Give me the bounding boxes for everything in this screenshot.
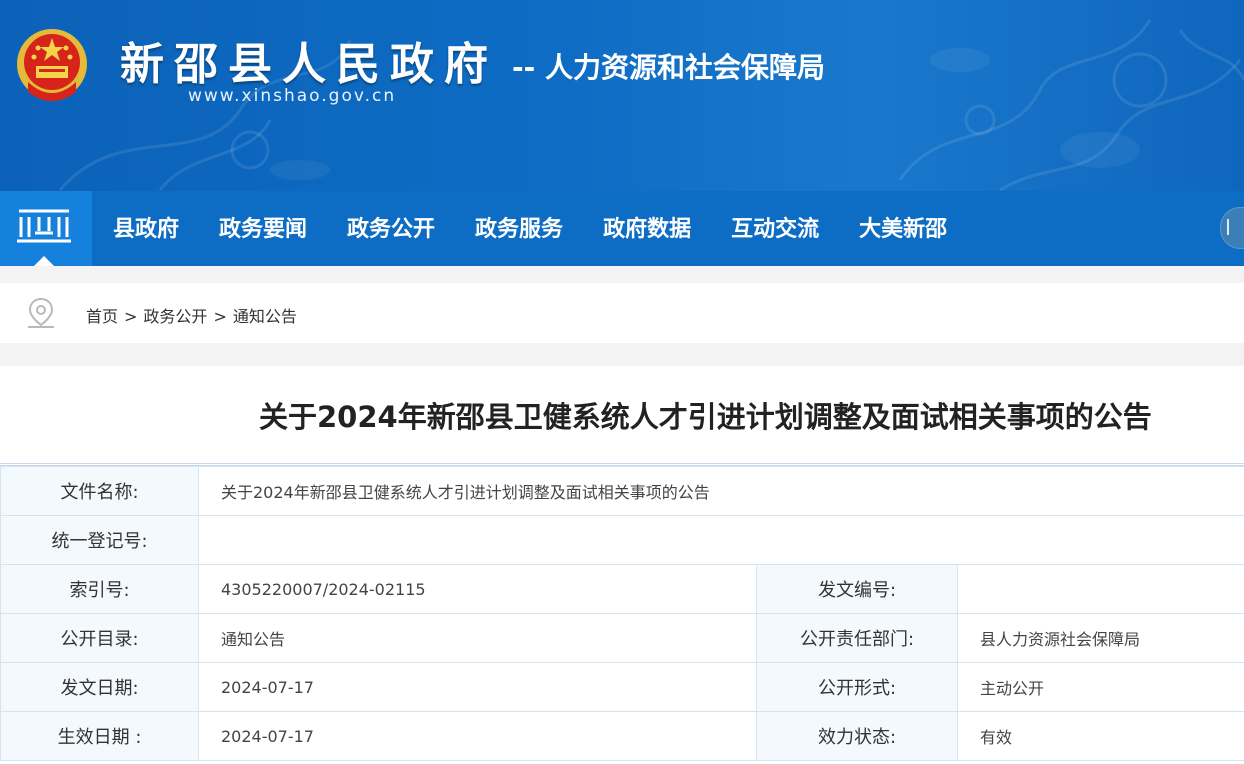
- nav-home-button[interactable]: [0, 191, 92, 266]
- meta-registration-number: [198, 515, 1244, 565]
- meta-row: 文件名称: 关于2024年新邵县卫健系统人才引进计划调整及面试相关事项的公告: [0, 466, 1244, 516]
- meta-label: 公开目录:: [0, 613, 199, 663]
- meta-label: 发文日期:: [0, 662, 199, 712]
- breadcrumb-separator: >: [124, 307, 138, 326]
- meta-effective-date: 2024-07-17: [198, 711, 757, 761]
- meta-label: 统一登记号:: [0, 515, 199, 565]
- meta-row: 索引号: 4305220007/2024-02115 发文编号:: [0, 564, 1244, 614]
- spacer-bottom: [0, 343, 1244, 366]
- active-indicator-caret: [34, 256, 54, 266]
- national-emblem-logo: [17, 29, 87, 101]
- meta-row: 统一登记号:: [0, 515, 1244, 565]
- government-building-icon: [17, 209, 71, 243]
- meta-row: 公开目录: 通知公告 公开责任部门: 县人力资源社会保障局: [0, 613, 1244, 663]
- nav-item-government-news[interactable]: 政务要闻: [199, 191, 327, 266]
- meta-catalog: 通知公告: [198, 613, 757, 663]
- meta-label: 文件名称:: [0, 466, 199, 516]
- meta-label: 公开责任部门:: [756, 613, 958, 663]
- nav-item-government-affairs-disclosure[interactable]: 政务公开: [327, 191, 455, 266]
- meta-file-name: 关于2024年新邵县卫健系统人才引进计划调整及面试相关事项的公告: [198, 466, 1244, 516]
- meta-row: 生效日期 : 2024-07-17 效力状态: 有效: [0, 711, 1244, 761]
- breadcrumb-notice-link[interactable]: 通知公告: [233, 307, 297, 326]
- meta-row: 发文日期: 2024-07-17 公开形式: 主动公开: [0, 662, 1244, 712]
- location-pin-icon: [28, 297, 54, 328]
- nav-item-beautiful-xinshao[interactable]: 大美新邵: [839, 191, 967, 266]
- document-meta-table: 文件名称: 关于2024年新邵县卫健系统人才引进计划调整及面试相关事项的公告 统…: [0, 463, 1244, 761]
- meta-label: 索引号:: [0, 564, 199, 614]
- breadcrumb-disclosure-link[interactable]: 政务公开: [143, 307, 207, 326]
- search-input-cursor: [1227, 219, 1229, 235]
- meta-status: 有效: [957, 711, 1244, 761]
- meta-responsible-department: 县人力资源社会保障局: [957, 613, 1244, 663]
- nav-item-interaction[interactable]: 互动交流: [711, 191, 839, 266]
- search-button[interactable]: [1220, 207, 1244, 249]
- meta-label: 公开形式:: [756, 662, 958, 712]
- nav-item-county-government[interactable]: 县政府: [92, 191, 199, 266]
- article-title: 关于2024年新邵县卫健系统人才引进计划调整及面试相关事项的公告: [259, 400, 1152, 434]
- department-name: -- 人力资源和社会保障局: [512, 51, 825, 84]
- nav-item-government-services[interactable]: 政务服务: [455, 191, 583, 266]
- nav-menu: 县政府 政务要闻 政务公开 政务服务 政府数据 互动交流 大美新邵: [92, 191, 967, 266]
- site-header: 新邵县人民政府 www.xinshao.gov.cn -- 人力资源和社会保障局: [0, 0, 1244, 191]
- meta-index-number: 4305220007/2024-02115: [198, 564, 757, 614]
- breadcrumb-separator: >: [213, 307, 227, 326]
- meta-document-number: [957, 564, 1244, 614]
- breadcrumb-home-link[interactable]: 首页: [86, 307, 118, 326]
- main-navigation: 县政府 政务要闻 政务公开 政务服务 政府数据 互动交流 大美新邵: [0, 191, 1244, 266]
- nav-item-government-data[interactable]: 政府数据: [583, 191, 711, 266]
- meta-issue-date: 2024-07-17: [198, 662, 757, 712]
- meta-disclosure-form: 主动公开: [957, 662, 1244, 712]
- article-header: 关于2024年新邵县卫健系统人才引进计划调整及面试相关事项的公告: [0, 366, 1244, 463]
- site-url: www.xinshao.gov.cn: [188, 86, 397, 106]
- meta-label: 生效日期 :: [0, 711, 199, 761]
- meta-label: 发文编号:: [756, 564, 958, 614]
- site-name: 新邵县人民政府: [120, 39, 498, 90]
- meta-label: 效力状态:: [756, 711, 958, 761]
- breadcrumb: 首页 > 政务公开 > 通知公告: [0, 283, 1244, 343]
- spacer-top: [0, 266, 1244, 283]
